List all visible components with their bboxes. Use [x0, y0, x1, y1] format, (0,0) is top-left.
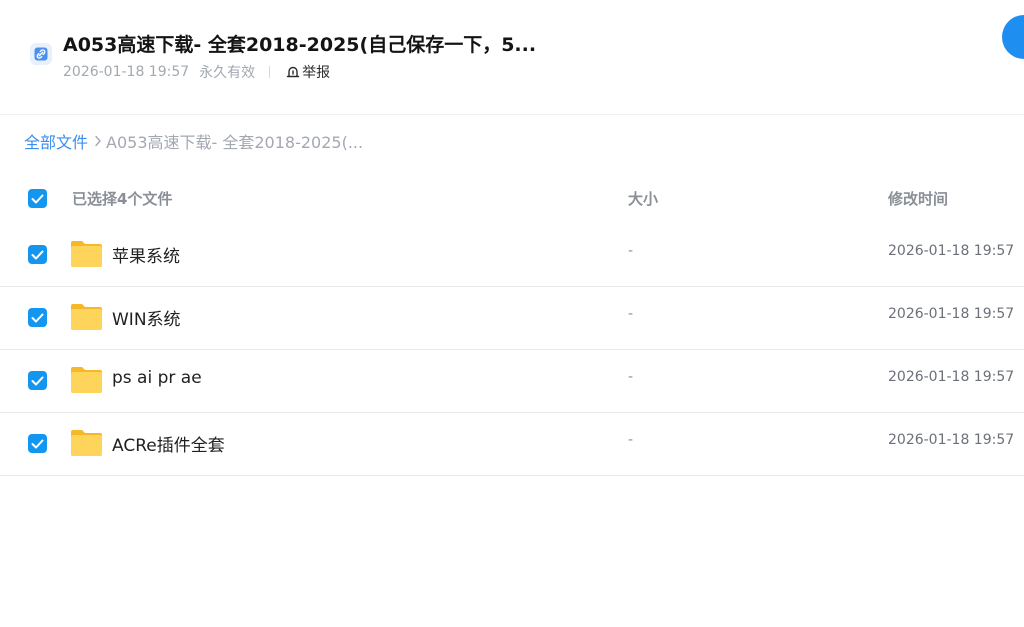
row-checkbox[interactable]: [28, 434, 47, 453]
file-modified-time: 2026-01-18 19:57: [888, 432, 1015, 448]
breadcrumb-current: A053高速下载- 全套2018-2025(...: [106, 133, 364, 152]
share-page: A053高速下载- 全套2018-2025(自己保存一下，5... 2026-0…: [0, 0, 1024, 627]
breadcrumb: 全部文件 A053高速下载- 全套2018-2025(...: [24, 129, 363, 153]
row-checkbox[interactable]: [28, 308, 47, 327]
link-icon: [30, 43, 52, 65]
check-icon: [31, 313, 44, 322]
report-label: 举报: [302, 65, 331, 81]
file-row[interactable]: ps ai pr ae - 2026-01-18 19:57: [0, 350, 1024, 413]
meta-divider: [269, 66, 271, 78]
share-header: A053高速下载- 全套2018-2025(自己保存一下，5... 2026-0…: [0, 0, 1024, 115]
file-row[interactable]: ACRe插件全套 - 2026-01-18 19:57: [0, 413, 1024, 476]
report-icon: [286, 66, 300, 78]
row-checkbox[interactable]: [28, 371, 47, 390]
file-size: -: [628, 243, 634, 259]
share-title: A053高速下载- 全套2018-2025(自己保存一下，5...: [63, 34, 537, 56]
share-date: 2026-01-18 19:57: [63, 64, 190, 80]
file-name[interactable]: ps ai pr ae: [112, 368, 202, 388]
file-size: -: [628, 432, 634, 448]
check-icon: [31, 376, 44, 385]
file-size: -: [628, 369, 634, 385]
check-icon: [31, 194, 44, 203]
file-modified-time: 2026-01-18 19:57: [888, 306, 1015, 322]
share-validity: 永久有效: [199, 65, 256, 81]
row-checkbox[interactable]: [28, 245, 47, 264]
file-name[interactable]: 苹果系统: [112, 242, 180, 267]
folder-icon: [71, 241, 102, 267]
breadcrumb-root-link[interactable]: 全部文件: [24, 129, 88, 153]
report-button[interactable]: 举报: [286, 62, 330, 82]
share-meta: 2026-01-18 19:57 永久有效 举报: [63, 62, 330, 82]
column-header-modified[interactable]: 修改时间: [888, 188, 948, 209]
file-size: -: [628, 306, 634, 322]
column-header-size[interactable]: 大小: [628, 188, 658, 209]
file-modified-time: 2026-01-18 19:57: [888, 243, 1015, 259]
folder-icon: [71, 304, 102, 330]
chevron-right-icon: [94, 135, 102, 147]
floating-action-button[interactable]: [1002, 15, 1024, 59]
folder-icon: [71, 367, 102, 393]
folder-icon: [71, 430, 102, 456]
select-all-checkbox[interactable]: [28, 189, 47, 208]
file-row[interactable]: 苹果系统 - 2026-01-18 19:57: [0, 224, 1024, 287]
file-name[interactable]: WIN系统: [112, 305, 181, 330]
file-row[interactable]: WIN系统 - 2026-01-18 19:57: [0, 287, 1024, 350]
check-icon: [31, 439, 44, 448]
selection-count: 已选择4个文件: [72, 190, 173, 208]
file-modified-time: 2026-01-18 19:57: [888, 369, 1015, 385]
check-icon: [31, 250, 44, 259]
table-header: 已选择4个文件 大小 修改时间: [0, 178, 1024, 218]
file-name[interactable]: ACRe插件全套: [112, 431, 225, 456]
